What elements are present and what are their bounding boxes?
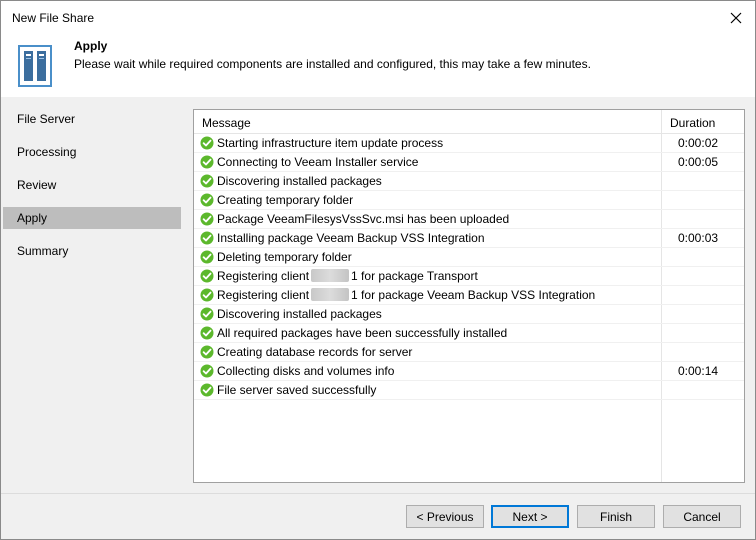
row-message-prefix: Registering client [217,288,310,302]
success-check-icon [200,383,214,397]
row-duration: 0:00:14 [678,364,719,378]
success-check-icon [200,288,214,302]
sidebar-item-review[interactable]: Review [3,174,183,196]
table-row[interactable]: All required packages have been successf… [194,324,744,343]
column-header-message[interactable]: Message [202,116,251,130]
table-row[interactable]: Discovering installed packages [194,305,744,324]
row-duration: 0:00:02 [678,136,719,150]
success-check-icon [200,136,214,150]
sidebar-item-label: Review [17,178,57,192]
row-duration: 0:00:03 [678,231,719,245]
step-title: Apply [74,39,108,53]
table-row[interactable]: Registering client 1 for package Veeam Ba… [194,286,744,305]
next-button[interactable]: Next > [491,505,569,528]
success-check-icon [200,250,214,264]
table-row[interactable]: Discovering installed packages [194,172,744,191]
table-row[interactable]: Registering client 1 for package Transpor… [194,267,744,286]
success-check-icon [200,345,214,359]
progress-log-grid[interactable]: Message Duration Starting infrastructure… [193,109,745,483]
table-row[interactable]: Connecting to Veeam Installer service 0:0… [194,153,744,172]
cancel-button[interactable]: Cancel [663,505,741,528]
content-area: File Server Processing Review Apply Summ… [1,97,755,493]
sidebar-item-label: Summary [17,244,69,258]
row-duration: 0:00:05 [678,155,719,169]
row-message-suffix: 1 for package Transport [351,269,478,283]
wizard-footer: < Previous Next > Finish Cancel [1,493,755,539]
new-file-share-dialog: New File Share Apply Please wait while r… [0,0,756,540]
finish-button[interactable]: Finish [577,505,655,528]
redacted-client-name [311,269,350,282]
row-message-suffix: 1 for package Veeam Backup VSS Integrati… [351,288,596,302]
row-message: Creating database records for server [217,345,413,359]
wizard-header: Apply Please wait while required compone… [1,35,755,93]
title-bar: New File Share [1,1,755,35]
row-message: Connecting to Veeam Installer service [217,155,419,169]
table-row[interactable]: Starting infrastructure item update proc… [194,134,744,153]
close-button[interactable] [723,5,749,31]
row-message-prefix: Registering client [217,269,310,283]
row-message: All required packages have been successf… [217,326,508,340]
success-check-icon [200,155,214,169]
window-title: New File Share [12,11,95,25]
sidebar-item-label: Apply [17,211,48,225]
row-message: Deleting temporary folder [217,250,352,264]
row-message: Registering client 1 for package Veeam Ba… [217,288,595,302]
sidebar-item-label: Processing [17,145,77,159]
sidebar-item-file-server[interactable]: File Server [3,108,183,130]
row-message: Discovering installed packages [217,307,382,321]
row-message: Installing package Veeam Backup VSS Inte… [217,231,485,245]
wizard-steps-sidebar: File Server Processing Review Apply Summ… [3,97,183,493]
redacted-client-name [311,288,350,301]
close-icon [730,12,742,24]
sidebar-item-summary[interactable]: Summary [3,240,183,262]
row-message: Registering client 1 for package Transpor… [217,269,478,283]
column-header-duration[interactable]: Duration [670,116,715,130]
success-check-icon [200,212,214,226]
sidebar-item-processing[interactable]: Processing [3,141,183,163]
success-check-icon [200,269,214,283]
table-row[interactable]: Creating temporary folder [194,191,744,210]
table-row[interactable]: Package VeeamFilesysVssSvc.msi has been … [194,210,744,229]
success-check-icon [200,307,214,321]
step-description: Please wait while required components ar… [74,57,591,71]
table-row[interactable]: File server saved successfully [194,381,744,400]
table-row[interactable]: Creating database records for server [194,343,744,362]
row-message: Collecting disks and volumes info [217,364,395,378]
sidebar-item-apply[interactable]: Apply [3,207,183,229]
table-row[interactable]: Collecting disks and volumes info 0:00:14 [194,362,744,381]
sidebar-item-label: File Server [17,112,76,126]
success-check-icon [200,326,214,340]
table-row[interactable]: Deleting temporary folder [194,248,744,267]
main-panel: Message Duration Starting infrastructure… [181,97,755,493]
row-message: Starting infrastructure item update proc… [217,136,444,150]
success-check-icon [200,231,214,245]
previous-button[interactable]: < Previous [406,505,484,528]
row-message: File server saved successfully [217,383,377,397]
table-row[interactable]: Installing package Veeam Backup VSS Inte… [194,229,744,248]
row-message: Package VeeamFilesysVssSvc.msi has been … [217,212,510,226]
row-message: Creating temporary folder [217,193,354,207]
file-server-icon [18,45,52,87]
grid-rows: Starting infrastructure item update proc… [194,134,744,400]
success-check-icon [200,364,214,378]
success-check-icon [200,174,214,188]
row-message: Discovering installed packages [217,174,382,188]
success-check-icon [200,193,214,207]
